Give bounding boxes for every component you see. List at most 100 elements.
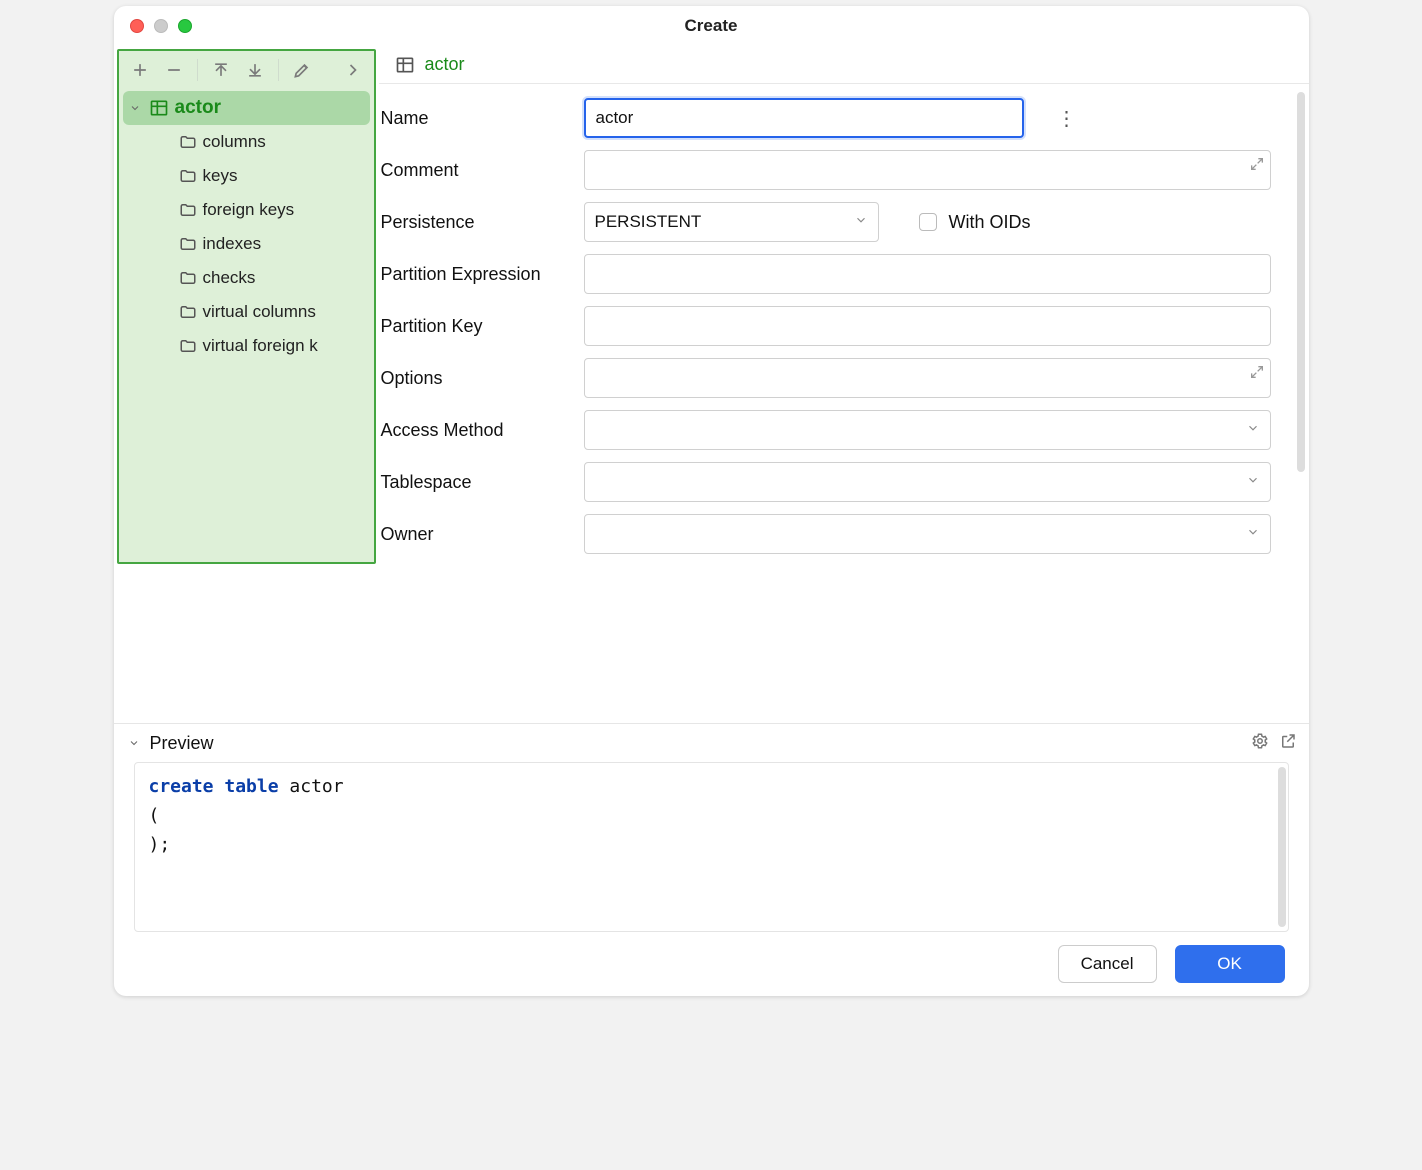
label-partition-key: Partition Key <box>379 316 584 337</box>
tree-item-label: virtual columns <box>203 302 316 322</box>
sql-open: ( <box>149 802 1274 831</box>
folder-icon <box>179 235 197 253</box>
chevron-down-icon <box>1246 524 1260 544</box>
sql-identifier: actor <box>289 776 343 797</box>
row-options: Options <box>379 352 1299 404</box>
row-name: Name ⋮ <box>379 92 1299 144</box>
table-icon <box>149 98 169 118</box>
comment-input[interactable] <box>584 150 1271 190</box>
label-tablespace: Tablespace <box>379 472 584 493</box>
persistence-select[interactable]: PERSISTENT <box>584 202 879 242</box>
row-partition-key: Partition Key <box>379 300 1299 352</box>
tree-item-checks[interactable]: checks <box>123 261 370 295</box>
family-tree-panel: actor columns keys foreign keys <box>114 46 379 723</box>
row-access-method: Access Method <box>379 404 1299 456</box>
folder-icon <box>179 167 197 185</box>
chevron-down-icon[interactable] <box>127 102 143 114</box>
remove-icon[interactable] <box>159 55 189 85</box>
folder-icon <box>179 201 197 219</box>
scrollbar[interactable] <box>1297 92 1305 472</box>
object-name: actor <box>425 54 465 75</box>
tablespace-select[interactable] <box>584 462 1271 502</box>
expand-icon[interactable] <box>1249 364 1265 384</box>
detail-header: actor <box>379 46 1309 84</box>
preview-sql[interactable]: create table actor ( ); <box>134 762 1289 932</box>
with-oids-checkbox[interactable] <box>919 213 937 231</box>
table-icon <box>395 55 415 75</box>
tree-item-keys[interactable]: keys <box>123 159 370 193</box>
label-partition-expression: Partition Expression <box>379 264 584 285</box>
edit-icon[interactable] <box>287 55 317 85</box>
options-input[interactable] <box>584 358 1271 398</box>
more-options-icon[interactable]: ⋮ <box>1054 98 1080 138</box>
move-up-icon[interactable] <box>206 55 236 85</box>
dialog-footer: Cancel OK <box>114 932 1309 996</box>
tree-item-label: columns <box>203 132 266 152</box>
main-pane: actor columns keys foreign keys <box>114 46 1309 723</box>
ok-button[interactable]: OK <box>1175 945 1285 983</box>
row-partition-expression: Partition Expression <box>379 248 1299 300</box>
tree-item-foreign-keys[interactable]: foreign keys <box>123 193 370 227</box>
add-icon[interactable] <box>125 55 155 85</box>
label-name: Name <box>379 108 584 129</box>
dialog-window: Create <box>114 6 1309 996</box>
expand-sidebar-icon[interactable] <box>338 55 368 85</box>
gear-icon[interactable] <box>1251 732 1269 754</box>
row-persistence: Persistence PERSISTENT With OIDs <box>379 196 1299 248</box>
tree-item-virtual-foreign-keys[interactable]: virtual foreign k <box>123 329 370 363</box>
sidebar-toolbar <box>119 51 374 89</box>
window-title: Create <box>114 16 1309 36</box>
chevron-down-icon[interactable] <box>126 737 142 749</box>
tree-item-label: foreign keys <box>203 200 295 220</box>
tree-item-label: keys <box>203 166 238 186</box>
sql-close: ); <box>149 831 1274 860</box>
preview-actions <box>1251 732 1297 754</box>
chevron-down-icon <box>1246 472 1260 492</box>
folder-icon <box>179 337 197 355</box>
label-owner: Owner <box>379 524 584 545</box>
open-external-icon[interactable] <box>1279 732 1297 754</box>
owner-select[interactable] <box>584 514 1271 554</box>
folder-icon <box>179 133 197 151</box>
tree-item-virtual-columns[interactable]: virtual columns <box>123 295 370 329</box>
partition-key-input[interactable] <box>584 306 1271 346</box>
titlebar: Create <box>114 6 1309 46</box>
row-tablespace: Tablespace <box>379 456 1299 508</box>
access-method-select[interactable] <box>584 410 1271 450</box>
partition-expression-input[interactable] <box>584 254 1271 294</box>
folder-icon <box>179 303 197 321</box>
preview-header: Preview <box>114 724 1309 762</box>
expand-icon[interactable] <box>1249 156 1265 176</box>
tree-root-label: actor <box>175 97 221 119</box>
toolbar-separator <box>278 59 279 81</box>
label-access-method: Access Method <box>379 420 584 441</box>
scrollbar[interactable] <box>1278 767 1286 927</box>
detail-pane: actor Name ⋮ Comment <box>379 46 1309 723</box>
tree-item-label: checks <box>203 268 256 288</box>
toolbar-separator <box>197 59 198 81</box>
label-persistence: Persistence <box>379 212 584 233</box>
chevron-down-icon <box>1246 420 1260 440</box>
tree-item-indexes[interactable]: indexes <box>123 227 370 261</box>
with-oids-label: With OIDs <box>949 212 1031 233</box>
row-comment: Comment <box>379 144 1299 196</box>
preview-title: Preview <box>150 733 214 754</box>
form: Name ⋮ Comment <box>379 84 1309 568</box>
with-oids-checkbox-row: With OIDs <box>919 212 1031 233</box>
cancel-button[interactable]: Cancel <box>1058 945 1157 983</box>
folder-icon <box>179 269 197 287</box>
row-owner: Owner <box>379 508 1299 560</box>
label-comment: Comment <box>379 160 584 181</box>
tree-item-label: virtual foreign k <box>203 336 318 356</box>
sql-keyword: create table <box>149 776 279 797</box>
object-tree: actor columns keys foreign keys <box>119 89 374 365</box>
persistence-value: PERSISTENT <box>595 212 702 232</box>
move-down-icon[interactable] <box>240 55 270 85</box>
preview-section: Preview create table actor ( ); <box>114 723 1309 932</box>
tree-root-actor[interactable]: actor <box>123 91 370 125</box>
sidebar: actor columns keys foreign keys <box>117 49 376 564</box>
name-input[interactable] <box>584 98 1024 138</box>
tree-item-label: indexes <box>203 234 262 254</box>
label-options: Options <box>379 368 584 389</box>
tree-item-columns[interactable]: columns <box>123 125 370 159</box>
